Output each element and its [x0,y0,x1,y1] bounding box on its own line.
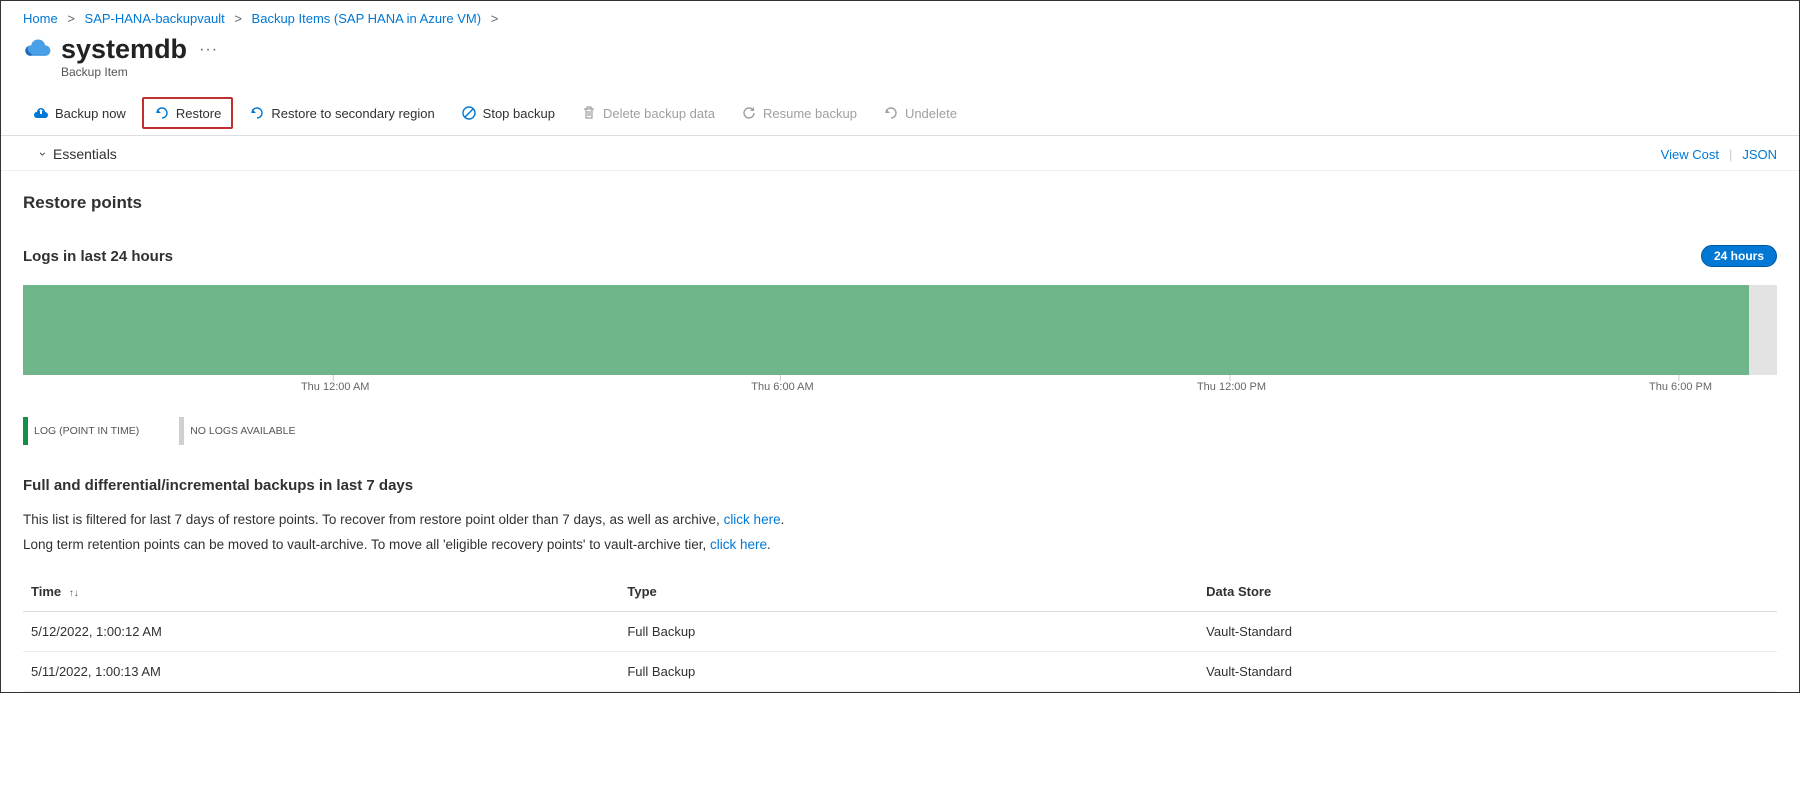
tick-label: Thu 12:00 PM [1197,381,1266,393]
command-bar: Backup now Restore Restore to secondary … [1,93,1799,136]
stop-backup-label: Stop backup [483,106,555,121]
timeline-bar[interactable] [23,285,1777,375]
time-range-pill[interactable]: 24 hours [1701,245,1777,267]
filter-note-2b: . [767,537,771,552]
undo-icon [883,105,899,121]
breadcrumb-home[interactable]: Home [23,11,58,26]
cloud-upload-icon [33,105,49,121]
cell-type: Full Backup [619,652,1198,692]
breadcrumb-sep: > [67,11,75,26]
cell-type: Full Backup [619,612,1198,652]
breadcrumb-vault[interactable]: SAP-HANA-backupvault [85,11,225,26]
filter-note-2a: Long term retention points can be moved … [23,537,710,552]
filter-note-1a: This list is filtered for last 7 days of… [23,512,724,527]
col-type-header[interactable]: Type [619,572,1198,612]
prohibit-icon [461,105,477,121]
backup-now-button[interactable]: Backup now [23,99,136,127]
divider: | [1729,147,1732,162]
table-header-row: Time ↑↓ Type Data Store [23,572,1777,612]
undo-icon [249,105,265,121]
restore-button[interactable]: Restore [142,97,234,129]
cell-datastore: Vault-Standard [1198,612,1777,652]
filter-note-2: Long term retention points can be moved … [1,533,1799,558]
legend-gray-icon [179,417,184,445]
click-here-archive-link[interactable]: click here [710,537,767,552]
breadcrumb: Home > SAP-HANA-backupvault > Backup Ite… [1,1,1799,32]
breadcrumb-sep: > [234,11,242,26]
no-logs-segment [1749,285,1777,375]
legend-log-label: LOG (POINT IN TIME) [34,425,139,437]
backup-now-label: Backup now [55,106,126,121]
restore-points-heading: Restore points [1,171,1799,217]
legend-green-icon [23,417,28,445]
page-title: systemdb [61,34,187,65]
tick-label: Thu 6:00 PM [1649,381,1712,393]
filter-note-1b: . [781,512,785,527]
col-datastore-header[interactable]: Data Store [1198,572,1777,612]
tick-label: Thu 6:00 AM [751,381,813,393]
sort-arrows-icon: ↑↓ [69,588,79,599]
essentials-row: › Essentials View Cost | JSON [1,136,1799,171]
breadcrumb-backup-items[interactable]: Backup Items (SAP HANA in Azure VM) [252,11,482,26]
resume-backup-button: Resume backup [731,99,867,127]
json-view-link[interactable]: JSON [1742,147,1777,162]
tick-label: Thu 12:00 AM [301,381,370,393]
undelete-label: Undelete [905,106,957,121]
undelete-button: Undelete [873,99,967,127]
stop-backup-button[interactable]: Stop backup [451,99,565,127]
log-timeline: Thu 12:00 AM Thu 6:00 AM Thu 12:00 PM Th… [1,271,1799,411]
more-actions-icon[interactable]: ··· [199,41,218,59]
essentials-label: Essentials [53,146,117,162]
cell-datastore: Vault-Standard [1198,652,1777,692]
cell-time: 5/11/2022, 1:00:13 AM [23,652,619,692]
chevron-down-icon: › [36,152,50,156]
legend-log-point: LOG (POINT IN TIME) [23,417,139,445]
view-cost-link[interactable]: View Cost [1661,147,1719,162]
timeline-ticks: Thu 12:00 AM Thu 6:00 AM Thu 12:00 PM Th… [23,375,1777,411]
backups-section-title: Full and differential/incremental backup… [1,453,1799,498]
logs-heading: Logs in last 24 hours [23,248,173,265]
breadcrumb-sep: > [491,11,499,26]
table-row[interactable]: 5/11/2022, 1:00:13 AM Full Backup Vault-… [23,652,1777,692]
restore-points-table: Time ↑↓ Type Data Store 5/12/2022, 1:00:… [23,572,1777,692]
cell-time: 5/12/2022, 1:00:12 AM [23,612,619,652]
restore-label: Restore [176,106,222,121]
timeline-legend: LOG (POINT IN TIME) NO LOGS AVAILABLE [1,411,1799,453]
table-row[interactable]: 5/12/2022, 1:00:12 AM Full Backup Vault-… [23,612,1777,652]
undo-icon [154,105,170,121]
delete-backup-data-label: Delete backup data [603,106,715,121]
col-time-label: Time [31,584,61,599]
legend-nologs-label: NO LOGS AVAILABLE [190,425,295,437]
page-header: systemdb ··· [1,32,1799,65]
backup-item-icon [23,36,51,64]
log-available-segment [23,285,1749,375]
restore-secondary-label: Restore to secondary region [271,106,434,121]
legend-no-logs: NO LOGS AVAILABLE [179,417,295,445]
delete-backup-data-button: Delete backup data [571,99,725,127]
click-here-older-link[interactable]: click here [724,512,781,527]
restore-secondary-button[interactable]: Restore to secondary region [239,99,444,127]
essentials-toggle[interactable]: › Essentials [41,146,117,162]
refresh-icon [741,105,757,121]
resume-backup-label: Resume backup [763,106,857,121]
page-subtitle: Backup Item [1,65,1799,93]
filter-note-1: This list is filtered for last 7 days of… [1,498,1799,533]
trash-icon [581,105,597,121]
col-time-header[interactable]: Time ↑↓ [23,572,619,612]
